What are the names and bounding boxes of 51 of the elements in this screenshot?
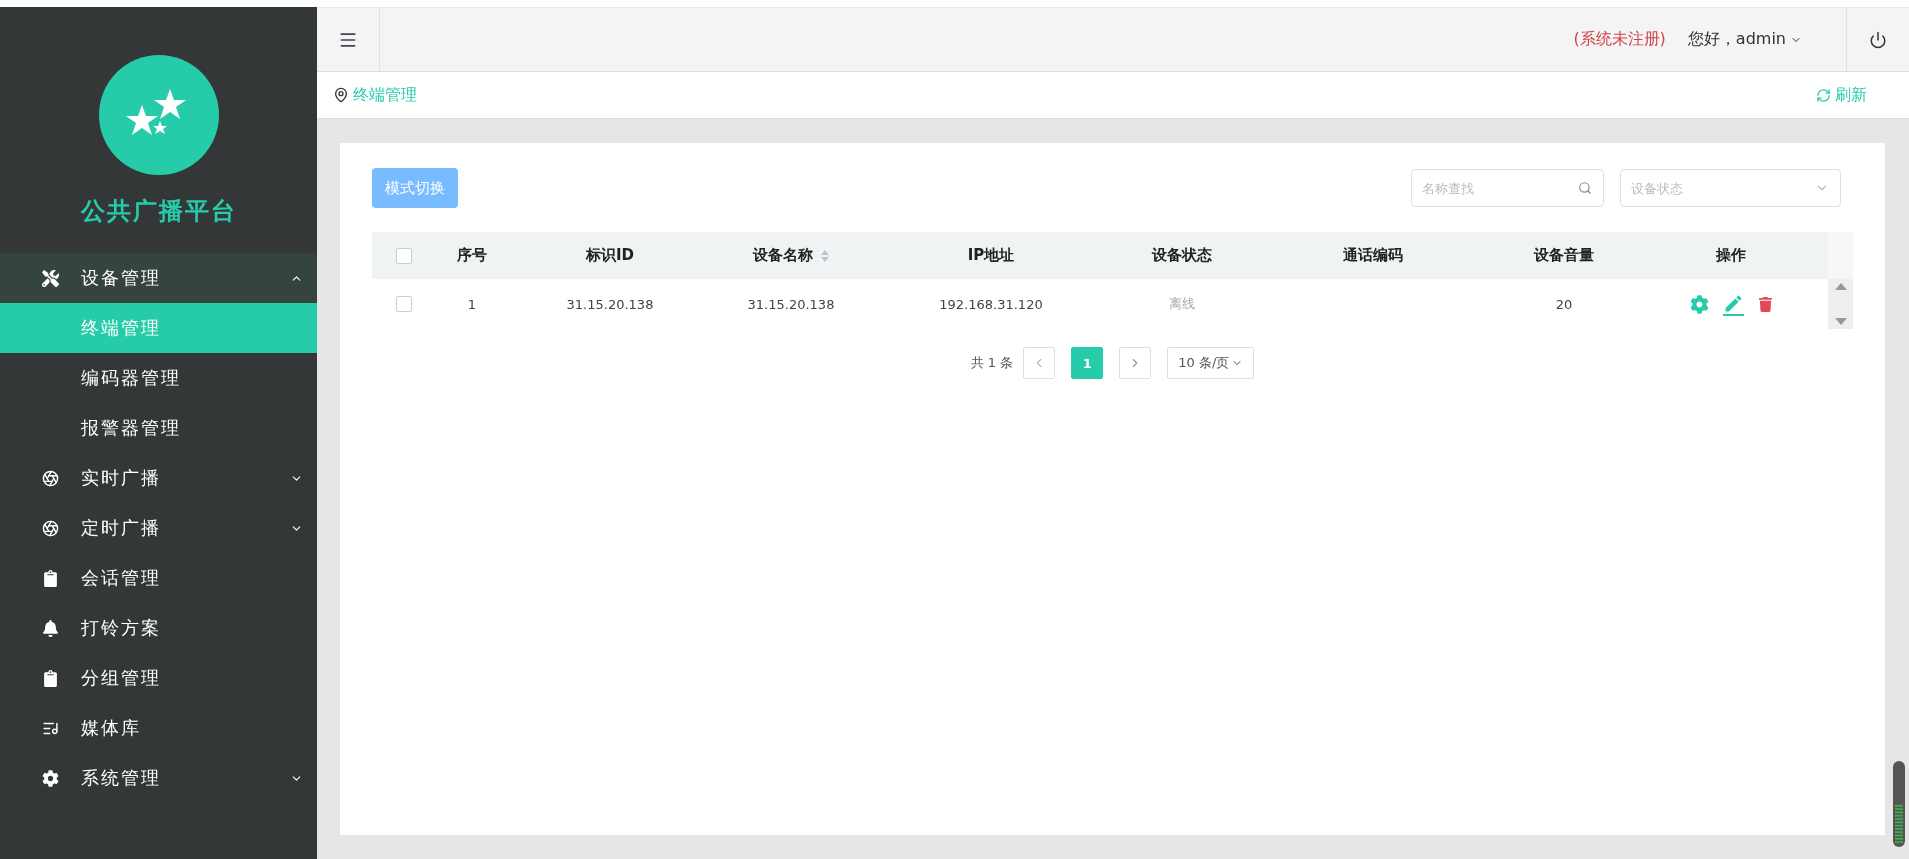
- platform-title: 公共广播平台: [80, 196, 237, 227]
- column-header: 标识ID: [584, 246, 635, 265]
- table-cell-text: 1: [466, 296, 478, 312]
- menu-icon: [42, 269, 59, 287]
- breadcrumb: 终端管理: [353, 84, 417, 106]
- sidebar-item[interactable]: 实时广播: [0, 453, 317, 503]
- location-pin-icon: [333, 87, 349, 103]
- sidebar-item[interactable]: 系统管理: [0, 753, 317, 803]
- select-all-checkbox[interactable]: [396, 247, 412, 264]
- search-field[interactable]: 名称查找: [1411, 169, 1604, 207]
- column-header: 设备状态: [1150, 246, 1213, 265]
- unregistered-notice: (系统未注册): [1573, 29, 1666, 50]
- total-count: 共 1 条: [970, 354, 1014, 372]
- trash-icon[interactable]: [1757, 296, 1773, 312]
- column-header: 设备音量: [1532, 246, 1595, 265]
- row-checkbox[interactable]: [396, 296, 412, 312]
- column-header[interactable]: 设备名称: [712, 246, 870, 265]
- column-header: 序号: [456, 246, 488, 265]
- sidebar-subitem[interactable]: 报警器管理: [0, 403, 317, 453]
- sidebar-item[interactable]: 媒体库: [0, 703, 317, 753]
- sidebar-subitem[interactable]: 编码器管理: [0, 353, 317, 403]
- next-page-button[interactable]: [1119, 347, 1152, 379]
- previous-page-button[interactable]: [1023, 347, 1056, 379]
- menu-icon: [42, 469, 59, 487]
- table-cell-text: 192.168.31.120: [938, 296, 1044, 312]
- status-select[interactable]: 设备状态: [1620, 169, 1841, 207]
- user-menu[interactable]: 您好，admin: [1687, 29, 1802, 50]
- menu-icon: [42, 769, 59, 787]
- sidebar-item[interactable]: 定时广播: [0, 503, 317, 553]
- table-cell-text: 20: [1554, 296, 1574, 312]
- table-cell-text: 31.15.20.138: [565, 296, 655, 312]
- menu-icon: [42, 569, 59, 587]
- menu-icon: [42, 519, 59, 537]
- sidebar-item[interactable]: 设备管理: [0, 253, 317, 303]
- column-header: 通话编码: [1342, 246, 1404, 265]
- menu-icon: [42, 669, 59, 687]
- scrollbar[interactable]: [1828, 279, 1853, 329]
- refresh-icon: [1816, 87, 1831, 103]
- sidebar-item[interactable]: 分组管理: [0, 653, 317, 703]
- power-icon: [1869, 30, 1887, 49]
- settings-icon[interactable]: [1689, 294, 1709, 314]
- search-icon[interactable]: [1578, 181, 1592, 195]
- table-cell-text: 离线: [1168, 295, 1196, 313]
- sort-icon: [821, 249, 829, 262]
- column-header: 操作: [1715, 246, 1747, 265]
- page-size-select[interactable]: 10 条/页: [1167, 347, 1255, 379]
- sidebar-item[interactable]: 打铃方案: [0, 603, 317, 653]
- sidebar-item[interactable]: 会话管理: [0, 553, 317, 603]
- menu-icon: [42, 619, 59, 637]
- column-header: IP地址: [966, 246, 1016, 265]
- table-cell-text: 31.15.20.138: [746, 296, 836, 312]
